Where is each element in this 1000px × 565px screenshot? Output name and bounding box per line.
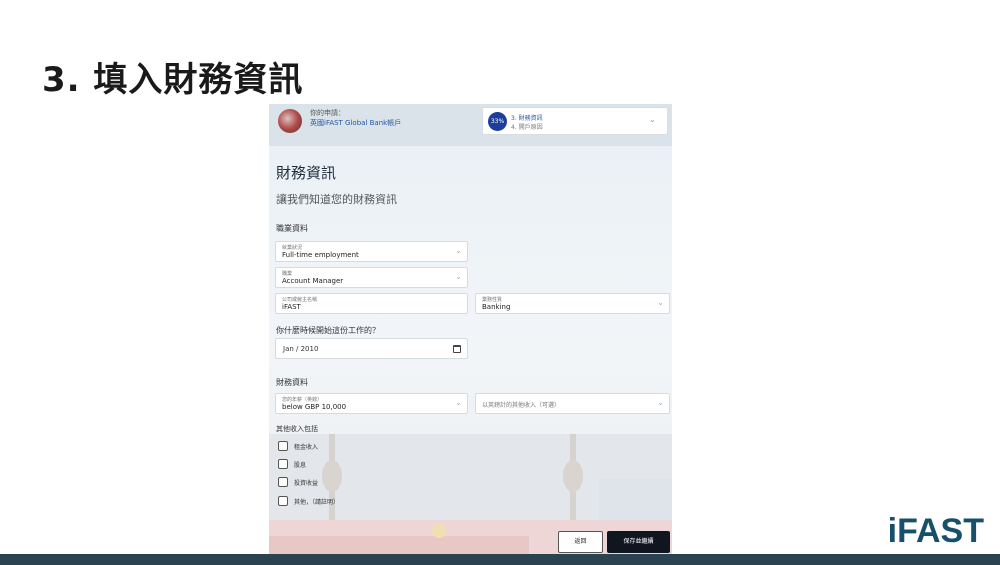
industry-select[interactable]: 業務性質 Banking ⌄ (475, 293, 670, 314)
checkbox-label: 股息 (294, 462, 307, 469)
progress-dropdown[interactable]: 33% 3. 財務資訊 4. 開戶原因 ⌄ (482, 107, 668, 135)
application-name: 英國iFAST Global Bank帳戶 (310, 119, 402, 127)
ifast-logo: iFAST (887, 512, 984, 550)
slide-title: 3. 填入財務資訊 (42, 60, 304, 100)
employment-status-value: Full-time employment (282, 251, 359, 259)
checkbox-label: 投資收益 (294, 480, 319, 487)
checkbox-label: 租金收入 (294, 444, 319, 451)
employer-name-label: 公司或僱主名稱 (282, 297, 318, 303)
application-label: 你的申請： (310, 109, 345, 117)
employer-name-value: iFAST (282, 303, 301, 311)
annual-income-value: below GBP 10,000 (282, 403, 347, 411)
industry-value: Banking (482, 303, 511, 311)
start-date-value: Jan / 2010 (283, 345, 319, 353)
application-header: 你的申請： 英國iFAST Global Bank帳戶 33% 3. 財務資訊 … (269, 104, 672, 146)
annual-income-label: 您的年薪（英鎊） (282, 397, 323, 403)
occupation-label: 職業 (282, 271, 293, 277)
start-date-input[interactable]: Jan / 2010 (275, 338, 468, 359)
application-screenshot: 你的申請： 英國iFAST Global Bank帳戶 33% 3. 財務資訊 … (269, 104, 672, 554)
occupation-select[interactable]: 職業 Account Manager ⌄ (275, 267, 468, 288)
start-date-question: 你什麼時候開始這份工作的？ (276, 326, 380, 335)
checkbox[interactable] (278, 496, 288, 506)
calendar-icon[interactable] (453, 345, 461, 353)
other-income-placeholder: 以英鎊計的其他收入（可選） (482, 402, 561, 409)
checkbox[interactable] (278, 477, 288, 487)
employment-status-label: 就業狀況 (282, 245, 303, 251)
employer-name-input[interactable]: 公司或僱主名稱 iFAST (275, 293, 468, 314)
employment-section-heading: 職業資料 (276, 224, 308, 233)
chevron-down-icon: ⌄ (455, 246, 462, 255)
form-title: 財務資訊 (276, 164, 337, 182)
chevron-down-icon: ⌄ (455, 398, 462, 407)
back-button[interactable]: 返回 (558, 531, 603, 553)
form-subtitle: 讓我們知道您的財務資訊 (276, 193, 397, 206)
next-step-label: 4. 開戶原因 (511, 124, 543, 131)
chevron-down-icon: ⌄ (657, 398, 664, 407)
annual-income-select[interactable]: 您的年薪（英鎊） below GBP 10,000 ⌄ (275, 393, 468, 414)
chevron-down-icon: ⌄ (455, 272, 462, 281)
industry-label: 業務性質 (482, 297, 503, 303)
current-step-label: 3. 財務資訊 (511, 115, 543, 122)
chevron-down-icon: ⌄ (657, 298, 664, 307)
save-and-continue-button[interactable]: 保存並繼續 (607, 531, 670, 553)
presentation-slide: 3. 填入財務資訊 你的申請： 英國iFAST Global Bank帳戶 33… (0, 0, 1000, 565)
checkbox-label: 其他，（請註明） (294, 499, 340, 506)
chevron-down-icon: ⌄ (649, 115, 656, 124)
footer-bar (0, 554, 1000, 565)
account-avatar (278, 109, 302, 133)
other-income-select[interactable]: 以英鎊計的其他收入（可選） ⌄ (475, 393, 670, 414)
occupation-value: Account Manager (282, 277, 344, 285)
other-income-heading: 其他收入包括 (276, 425, 318, 433)
checkbox[interactable] (278, 459, 288, 469)
financial-section-heading: 財務資料 (276, 378, 308, 387)
checkbox[interactable] (278, 441, 288, 451)
employment-status-select[interactable]: 就業狀況 Full-time employment ⌄ (275, 241, 468, 262)
progress-percent-badge: 33% (488, 112, 507, 131)
